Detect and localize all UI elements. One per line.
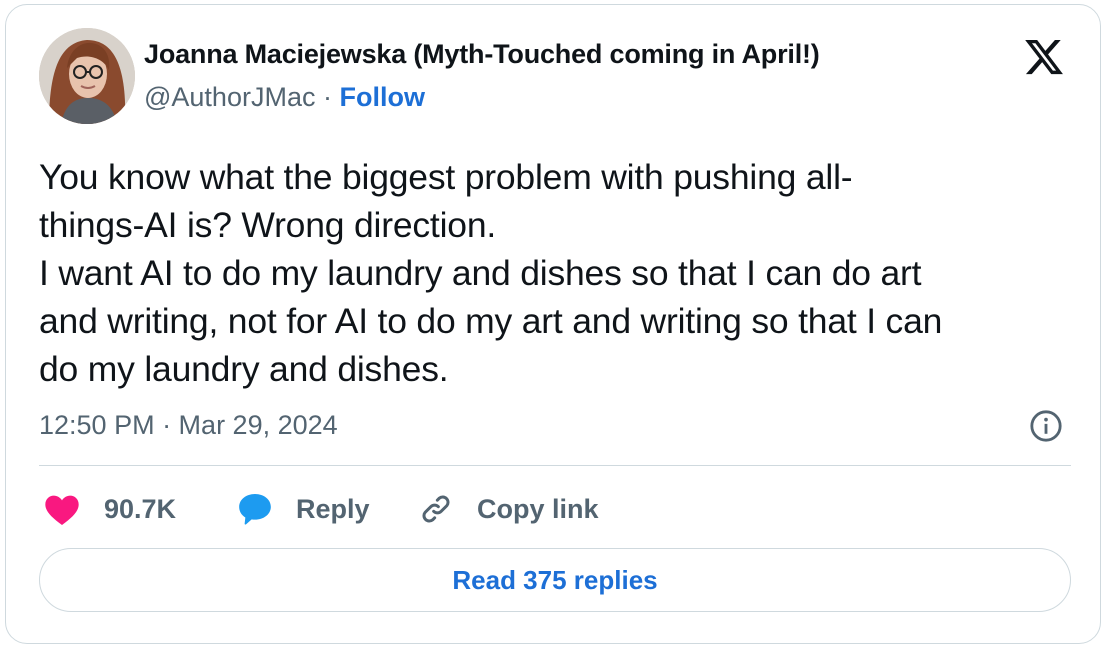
copy-link-label: Copy link <box>477 493 599 524</box>
tweet-line: and writing, not for AI to do my art and… <box>39 301 943 341</box>
read-replies-button[interactable]: Read 375 replies <box>39 548 1071 612</box>
tweet-line: do my laundry and dishes. <box>39 349 449 389</box>
reply-button[interactable]: Reply <box>235 489 370 529</box>
follow-button[interactable]: Follow <box>340 82 425 112</box>
tweet-line: You know what the biggest problem with p… <box>39 157 853 197</box>
like-count: 90.7K <box>104 493 177 524</box>
author-handle-line: @AuthorJMac · Follow <box>144 82 425 113</box>
tweet-line: I want AI to do my laundry and dishes so… <box>39 253 922 293</box>
author-handle[interactable]: @AuthorJMac <box>144 82 315 112</box>
tweet-text: You know what the biggest problem with p… <box>39 153 1079 393</box>
copy-link-button[interactable]: Copy link <box>416 489 599 529</box>
x-logo-icon[interactable] <box>1022 36 1066 78</box>
avatar[interactable] <box>39 28 135 124</box>
separator-dot: · <box>322 82 332 112</box>
divider <box>39 465 1071 466</box>
speech-bubble-icon <box>239 494 271 525</box>
link-icon <box>422 495 450 523</box>
tweet-timestamp[interactable]: 12:50 PM · Mar 29, 2024 <box>39 410 338 441</box>
heart-icon <box>45 495 79 525</box>
avatar-image <box>39 28 135 124</box>
info-icon[interactable] <box>1029 409 1063 443</box>
author-name[interactable]: Joanna Maciejewska (Myth-Touched coming … <box>144 39 820 70</box>
reply-label: Reply <box>296 493 370 524</box>
like-button[interactable]: 90.7K <box>42 489 176 529</box>
tweet-line: things-AI is? Wrong direction. <box>39 205 497 245</box>
tweet-card: Joanna Maciejewska (Myth-Touched coming … <box>5 4 1101 644</box>
